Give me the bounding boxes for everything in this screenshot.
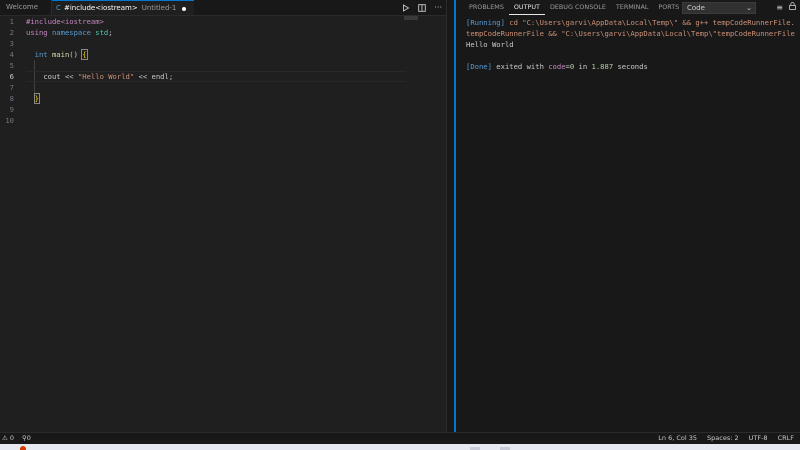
line-number: 1 bbox=[9, 17, 14, 26]
editor-tab-bar: Welcome C #include<iostream> Untitled-1 ·… bbox=[0, 0, 446, 16]
editor-actions: ··· bbox=[402, 0, 444, 15]
code-line-1[interactable]: #include<iostream> bbox=[26, 16, 406, 27]
done-tag: [Done] bbox=[466, 62, 492, 71]
code-line-10[interactable] bbox=[26, 115, 406, 126]
ports-indicator[interactable]: ⚲0 bbox=[22, 433, 31, 444]
pane-divider[interactable] bbox=[446, 0, 454, 432]
output-line: Hello World bbox=[466, 39, 800, 50]
line-number: 3 bbox=[9, 39, 14, 48]
code-line-8[interactable]: } bbox=[26, 93, 406, 104]
code-line-4[interactable]: int main() { bbox=[26, 49, 406, 60]
main-function: main bbox=[51, 50, 70, 59]
filter-list-icon[interactable]: ≡ bbox=[776, 0, 783, 15]
line-number: 10 bbox=[5, 116, 14, 125]
command-text: tempCodeRunnerFile && "C:\Users\garvi\Ap… bbox=[466, 29, 795, 38]
output-channel-value: Code bbox=[687, 4, 705, 12]
tab-untitled-1-label: #include<iostream> bbox=[64, 4, 138, 12]
cursor-position[interactable]: Ln 6, Col 35 bbox=[658, 433, 697, 444]
lock-icon[interactable] bbox=[789, 0, 796, 15]
line-number: 5 bbox=[9, 61, 14, 70]
elapsed-time: 1.887 bbox=[591, 62, 614, 71]
line-number: 9 bbox=[9, 105, 14, 114]
status-bar-right: Ln 6, Col 35 Spaces: 2 UTF-8 CRLF bbox=[658, 433, 794, 444]
line-number: 7 bbox=[9, 83, 14, 92]
tab-ports[interactable]: PORTS bbox=[653, 0, 684, 15]
line-number: 8 bbox=[9, 94, 14, 103]
tab-welcome-label: Welcome bbox=[6, 3, 39, 11]
code-line-9[interactable] bbox=[26, 104, 406, 115]
output-panel: PROBLEMS OUTPUT DEBUG CONSOLE TERMINAL P… bbox=[454, 0, 800, 432]
minimap-slider[interactable] bbox=[404, 16, 418, 20]
os-taskbar bbox=[0, 444, 800, 450]
output-line: [Done] exited with code=0 in 1.887 secon… bbox=[466, 61, 800, 72]
semicolon: ; bbox=[108, 28, 113, 37]
output-line: [Running] cd "C:\Users\garvi\AppData\Loc… bbox=[466, 17, 800, 28]
code-line-6[interactable]: cout << "Hello World" << endl; bbox=[26, 71, 406, 82]
program-output: Hello World bbox=[466, 40, 514, 49]
ports-count: 0 bbox=[26, 434, 31, 442]
int-keyword: int bbox=[34, 50, 48, 59]
chevron-down-icon: ⌄ bbox=[746, 4, 752, 12]
more-actions-icon[interactable]: ··· bbox=[434, 0, 442, 15]
run-icon[interactable] bbox=[402, 3, 410, 12]
output-log[interactable]: [Running] cd "C:\Users\garvi\AppData\Loc… bbox=[466, 17, 800, 72]
tab-debug-console[interactable]: DEBUG CONSOLE bbox=[545, 0, 611, 15]
split-editor-icon[interactable] bbox=[418, 3, 427, 12]
line-number-current: 6 bbox=[9, 72, 14, 81]
status-bar: ⚠ 0 ⚲0 Ln 6, Col 35 Spaces: 2 UTF-8 CRLF bbox=[0, 432, 800, 444]
cout-identifier: cout bbox=[43, 72, 61, 81]
done-text: seconds bbox=[613, 62, 648, 71]
panel-tab-bar: PROBLEMS OUTPUT DEBUG CONSOLE TERMINAL P… bbox=[464, 0, 684, 15]
string-literal: "Hello World" bbox=[77, 72, 135, 81]
tab-problems[interactable]: PROBLEMS bbox=[464, 0, 509, 15]
output-line: tempCodeRunnerFile && "C:\Users\garvi\Ap… bbox=[466, 28, 800, 39]
namespace-keyword: namespace bbox=[51, 28, 91, 37]
tab-terminal[interactable]: TERMINAL bbox=[611, 0, 654, 15]
code-line-3[interactable] bbox=[26, 38, 406, 49]
open-brace: { bbox=[81, 49, 88, 60]
problems-count[interactable]: ⚠ 0 bbox=[2, 433, 14, 444]
exit-code-key: code bbox=[548, 62, 566, 71]
std-namespace: std bbox=[95, 28, 109, 37]
tab-untitled-1-description: Untitled-1 bbox=[141, 4, 177, 12]
stream-operator: << bbox=[138, 72, 148, 81]
line-number: 4 bbox=[9, 50, 14, 59]
code-line-2[interactable]: using namespace std; bbox=[26, 27, 406, 38]
code-editor[interactable]: #include<iostream> using namespace std; … bbox=[26, 16, 406, 126]
unsaved-dot-icon[interactable] bbox=[182, 7, 186, 11]
cpp-file-icon: C bbox=[56, 4, 61, 12]
command-text: cd "C:\Users\garvi\AppData\Local\Temp\" … bbox=[504, 18, 795, 27]
panel-actions: ≡ bbox=[776, 0, 796, 15]
code-line-7[interactable] bbox=[26, 82, 406, 93]
tab-welcome[interactable]: Welcome bbox=[0, 0, 52, 15]
include-directive: #include<iostream> bbox=[26, 17, 104, 26]
stream-operator: << bbox=[64, 72, 74, 81]
end-of-line[interactable]: CRLF bbox=[778, 433, 794, 444]
taskbar-app-icon[interactable] bbox=[20, 446, 26, 450]
indentation[interactable]: Spaces: 2 bbox=[707, 433, 739, 444]
tab-output[interactable]: OUTPUT bbox=[508, 0, 545, 15]
running-tag: [Running] bbox=[466, 18, 505, 27]
output-channel-select[interactable]: Code ⌄ bbox=[682, 2, 756, 14]
tab-untitled-1[interactable]: C #include<iostream> Untitled-1 bbox=[52, 0, 194, 15]
code-line-5[interactable] bbox=[26, 60, 406, 71]
parens: () bbox=[69, 50, 78, 59]
endl-identifier: endl; bbox=[151, 72, 174, 81]
done-text: exited with bbox=[491, 62, 549, 71]
done-text: in bbox=[574, 62, 592, 71]
using-keyword: using bbox=[26, 28, 48, 37]
encoding[interactable]: UTF-8 bbox=[749, 433, 768, 444]
editor-pane: Welcome C #include<iostream> Untitled-1 ·… bbox=[0, 0, 446, 432]
line-number-gutter: 1 2 3 4 5 6 7 8 9 10 bbox=[0, 16, 14, 126]
close-brace: } bbox=[33, 93, 41, 104]
status-bar-left: ⚠ 0 ⚲0 bbox=[2, 433, 31, 444]
output-blank-line bbox=[466, 50, 800, 61]
line-number: 2 bbox=[9, 28, 14, 37]
